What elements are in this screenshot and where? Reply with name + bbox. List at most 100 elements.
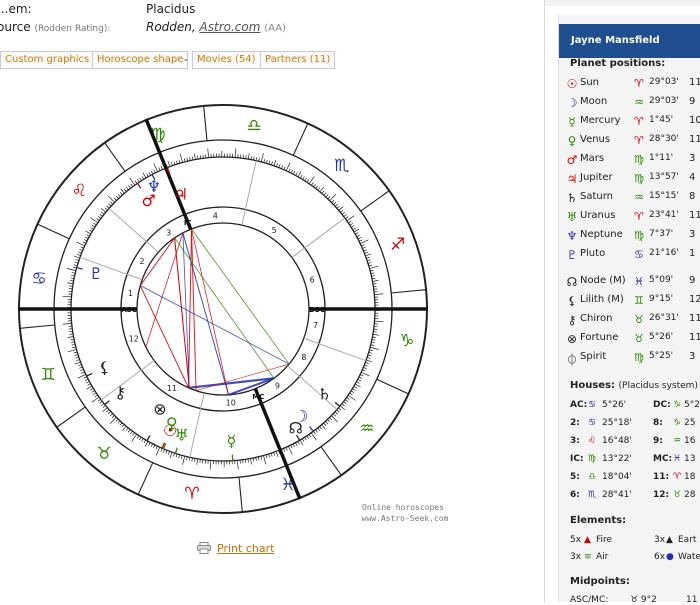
- planet-name: Sun: [580, 77, 599, 88]
- degree-tick: [159, 167, 160, 170]
- planet-house: 3: [689, 351, 695, 362]
- house-number: 9: [275, 382, 280, 391]
- degree-tick: [86, 231, 91, 234]
- degree-tick: [208, 149, 209, 158]
- degree-tick: [76, 360, 79, 361]
- degree-tick: [118, 421, 120, 424]
- degree-tick: [315, 430, 317, 433]
- tab-horoscope-shape[interactable]: Horoscope shape: [92, 51, 188, 69]
- print-chart-link[interactable]: Print chart: [217, 542, 274, 555]
- house-right-deg: 18: [684, 472, 695, 482]
- degree-tick: [370, 270, 373, 271]
- degree-tick: [320, 426, 322, 429]
- degree-tick: [359, 377, 362, 379]
- rating-badge: (AA): [264, 23, 286, 34]
- tab-partners[interactable]: Partners (11): [260, 51, 335, 69]
- degree-tick: [128, 186, 130, 189]
- house-cusp-line: [292, 218, 345, 257]
- planet-name: Moon: [580, 96, 607, 107]
- degree-tick: [210, 461, 211, 470]
- degree-tick: [237, 460, 238, 469]
- tab-custom-graphics[interactable]: Custom graphics: [0, 51, 94, 69]
- planet-marker-icon: ♄: [317, 385, 331, 404]
- degree-tick: [166, 450, 167, 453]
- degree-tick: [305, 178, 307, 181]
- degree-tick: [375, 321, 384, 322]
- planet-house: 11: [689, 134, 700, 145]
- degree-tick: [86, 235, 89, 237]
- element-name2: Eart: [678, 535, 696, 545]
- zodiac-sign-icon: ♎: [246, 116, 261, 136]
- degree-tick: [274, 160, 276, 166]
- planet-name: Pluto: [580, 248, 605, 259]
- house-right-label: DC:: [653, 400, 671, 410]
- planet-glyph-icon: ♅: [565, 210, 579, 224]
- degree-tick: [110, 413, 113, 415]
- planet-degree: 29°03': [649, 96, 679, 106]
- sign-glyph-icon: ♈: [634, 134, 644, 147]
- degree-tick: [300, 440, 303, 445]
- planet-glyph-icon: ☽: [565, 96, 579, 110]
- planet-house: 8: [689, 191, 695, 202]
- house-number: 3: [166, 228, 171, 237]
- tab-movies[interactable]: Movies (54): [192, 51, 261, 69]
- degree-tick: [298, 172, 301, 177]
- house-right-deg: 16: [684, 436, 695, 446]
- degree-tick: [364, 250, 367, 251]
- degree-tick: [114, 198, 116, 200]
- house-left-deg: 13°22': [602, 454, 632, 464]
- house-cusps: 123456789101112ASCDSCMCIC: [18, 119, 428, 499]
- chart-panel: ...em: Placidus ource (Rodden Rating): R…: [0, 0, 545, 602]
- planet-house: 9: [689, 96, 695, 107]
- degree-tick: [135, 181, 137, 184]
- planet-glyph-icon: ♃: [565, 172, 579, 186]
- degree-tick: [68, 337, 74, 338]
- degree-tick: [73, 267, 76, 268]
- planet-marker-icon: ♃: [174, 184, 188, 203]
- angle-label-ic: IC: [184, 219, 192, 227]
- degree-tick: [67, 283, 73, 284]
- zodiac-sign-icon: ♋: [31, 269, 46, 289]
- planet-glyph-icon: ☿: [565, 115, 579, 129]
- planet-name: Fortune: [580, 332, 618, 343]
- degree-tick: [358, 379, 361, 381]
- house-right-sign: ♈: [673, 472, 681, 482]
- degree-tick: [307, 179, 309, 182]
- degree-tick: [85, 237, 88, 239]
- degree-tick: [95, 395, 98, 397]
- degree-tick: [356, 382, 359, 384]
- degree-tick: [77, 254, 80, 255]
- degree-tick: [317, 428, 319, 431]
- planet-degree: 1°11': [649, 153, 673, 163]
- sign-glyph-icon: ♍: [634, 351, 644, 364]
- element-name: Air: [596, 552, 608, 562]
- house-left-sign: ♍: [588, 454, 596, 464]
- planet-house: 11: [689, 210, 700, 221]
- house-right-label: 12:: [653, 490, 669, 500]
- sign-glyph-icon: ♒: [634, 191, 644, 204]
- degree-tick: [362, 247, 365, 248]
- planet-glyph-icon: ⏀: [565, 351, 579, 368]
- printer-icon[interactable]: [197, 542, 211, 554]
- planet-degree: 5°25': [649, 351, 673, 361]
- house-number: 4: [213, 211, 218, 220]
- degree-tick: [126, 428, 128, 431]
- sign-divider: [239, 477, 242, 512]
- planet-row: ☿Mercury♈1°45'10: [565, 115, 700, 132]
- degree-tick: [337, 410, 340, 412]
- astro-com-link[interactable]: Astro.com: [200, 20, 261, 34]
- degree-tick: [348, 221, 351, 223]
- degree-tick: [75, 362, 81, 364]
- midpoints-title: Midpoints:: [570, 576, 630, 587]
- degree-tick: [110, 202, 113, 204]
- degree-tick: [369, 265, 372, 266]
- planet-house: 1: [689, 248, 695, 259]
- sign-glyph-icon: ♍: [634, 229, 644, 242]
- degree-tick: [149, 442, 151, 445]
- planet-marker-icon: ♇: [89, 264, 103, 283]
- planet-row: ♀Venus♈28°30'11: [565, 134, 700, 151]
- degree-tick: [261, 456, 262, 459]
- degree-tick: [302, 439, 304, 442]
- zodiac-sign-icon: ♈: [184, 484, 199, 504]
- degree-tick: [335, 204, 338, 206]
